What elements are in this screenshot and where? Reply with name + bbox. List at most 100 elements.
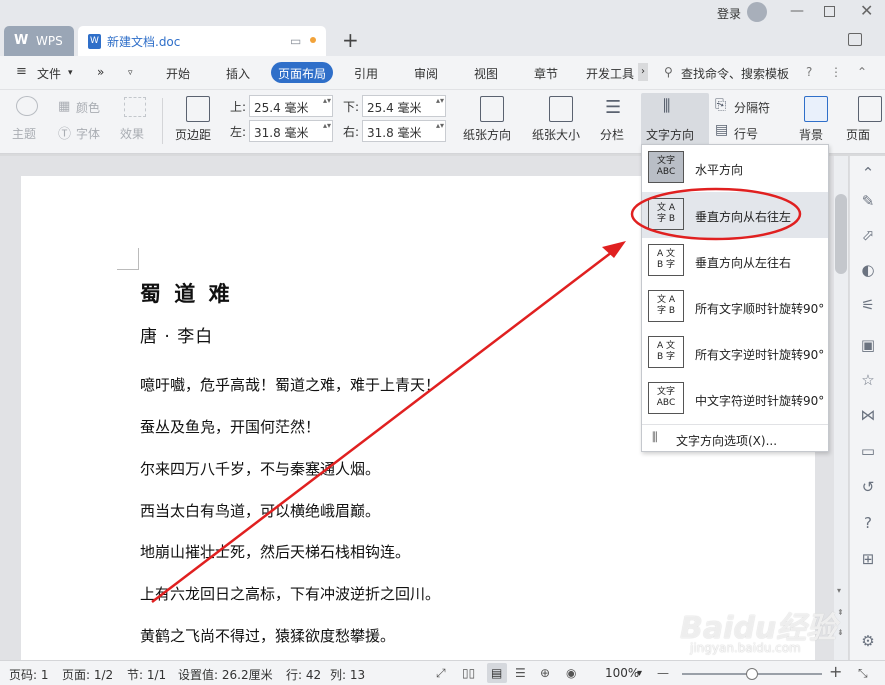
menu-scroll-right-icon[interactable]: › bbox=[638, 63, 648, 81]
dropdown-item-options[interactable]: ⫼ 文字方向选项(X)... bbox=[642, 426, 828, 452]
poem-line[interactable]: 尔来四万八千岁，不与秦塞通人烟。 bbox=[140, 458, 380, 479]
adjust-icon[interactable]: ⚟ bbox=[859, 296, 877, 314]
shapes-icon[interactable]: ◐ bbox=[859, 261, 877, 279]
margins-button[interactable]: 页边距 bbox=[175, 126, 211, 143]
zoom-out-icon[interactable]: — bbox=[657, 666, 669, 680]
left-margin-input[interactable]: 31.8 毫米 bbox=[249, 120, 333, 142]
poem-line[interactable]: 上有六龙回日之高标，下有冲波逆折之回川。 bbox=[140, 583, 440, 604]
section-status[interactable]: 节: 1/1 bbox=[127, 666, 166, 683]
prev-page-icon[interactable]: ⇞ bbox=[837, 608, 844, 617]
dropdown-item-vertical-ltr[interactable]: A 文B 字 垂直方向从左往右 bbox=[642, 238, 828, 284]
maximize-icon[interactable] bbox=[824, 6, 835, 17]
help-icon[interactable]: ? bbox=[806, 65, 812, 79]
panel-toggle-icon[interactable] bbox=[848, 33, 862, 46]
tab-section[interactable]: 章节 bbox=[534, 65, 558, 82]
setting-value-status[interactable]: 设置值: 26.2厘米 bbox=[178, 666, 273, 683]
effect-button[interactable]: 效果 bbox=[120, 125, 144, 142]
new-tab-button[interactable]: + bbox=[342, 28, 359, 52]
zoom-slider[interactable] bbox=[682, 668, 822, 680]
tab-review[interactable]: 审阅 bbox=[414, 65, 438, 82]
theme-icon[interactable] bbox=[16, 96, 38, 116]
eye-protection-icon[interactable]: ◉ bbox=[566, 666, 576, 680]
settings-icon[interactable]: ⚙ bbox=[859, 632, 877, 650]
zoom-dropdown-icon[interactable]: ▾ bbox=[637, 668, 642, 679]
color-button[interactable]: 颜色 bbox=[76, 99, 100, 116]
bottom-margin-input[interactable]: 25.4 毫米 bbox=[362, 95, 446, 117]
separator-button[interactable]: 分隔符 bbox=[734, 99, 770, 116]
next-page-icon[interactable]: ⇟ bbox=[837, 628, 844, 637]
tab-wps[interactable]: W WPS bbox=[4, 26, 74, 56]
pages-status[interactable]: 页面: 1/2 bbox=[62, 666, 113, 683]
share-icon[interactable]: ⋈ bbox=[859, 406, 877, 424]
web-view-icon[interactable]: ⊕ bbox=[540, 666, 550, 680]
poem-line[interactable]: 地崩山摧壮士死，然后天梯石栈相钩连。 bbox=[140, 541, 410, 562]
maximize-view-icon[interactable]: ⤡ bbox=[858, 666, 868, 681]
tab-page-layout[interactable]: 页面布局 bbox=[278, 65, 326, 82]
outline-view-icon[interactable]: ☰ bbox=[515, 666, 526, 680]
expand-pane-icon[interactable]: ⌃ bbox=[859, 164, 877, 182]
poem-line[interactable]: 黄鹤之飞尚不得过，猿猱欲度愁攀援。 bbox=[140, 625, 395, 646]
poem-line[interactable]: 蚕丛及鱼凫，开国何茫然！ bbox=[140, 416, 320, 437]
zoom-slider-handle[interactable] bbox=[746, 668, 758, 680]
dropdown-item-cjk-rotate-ccw[interactable]: 文字 ABC 中文字符逆时针旋转90° bbox=[642, 376, 828, 422]
reading-view-icon[interactable]: ▯▯ bbox=[462, 666, 475, 680]
apps-icon[interactable]: ⊞ bbox=[859, 550, 877, 568]
more-options-icon[interactable]: ⋮ bbox=[830, 65, 842, 79]
pen-icon[interactable]: ✎ bbox=[859, 192, 877, 210]
top-margin-input[interactable]: 25.4 毫米 bbox=[249, 95, 333, 117]
collapse-ribbon-icon[interactable]: ⌃ bbox=[857, 65, 867, 79]
minimize-icon[interactable]: — bbox=[790, 3, 804, 19]
document-title[interactable]: 蜀 道 难 bbox=[140, 278, 233, 308]
zoom-level[interactable]: 100% bbox=[605, 666, 639, 680]
picture-icon[interactable]: ▣ bbox=[859, 336, 877, 354]
help-circle-icon[interactable]: ? bbox=[859, 514, 877, 532]
screen-icon[interactable]: ▭ bbox=[290, 34, 301, 48]
dropdown-item-horizontal[interactable]: 文字 ABC 水平方向 bbox=[642, 145, 828, 191]
hamburger-icon[interactable]: ≡ bbox=[16, 64, 27, 79]
dropdown-item-vertical-rtl[interactable]: 文 A字 B 垂直方向从右往左 bbox=[642, 192, 828, 238]
tab-references[interactable]: 引用 bbox=[354, 65, 378, 82]
document-author[interactable]: 唐 · 李白 bbox=[140, 322, 213, 347]
avatar-icon[interactable] bbox=[747, 2, 767, 22]
background-button[interactable]: 背景 bbox=[799, 126, 823, 143]
scroll-down-icon[interactable]: ▾ bbox=[837, 586, 841, 595]
star-icon[interactable]: ☆ bbox=[859, 371, 877, 389]
column-status[interactable]: 列: 13 bbox=[330, 666, 365, 683]
columns-button[interactable]: 分栏 bbox=[600, 126, 624, 143]
paper-size-button[interactable]: 纸张大小 bbox=[532, 126, 580, 143]
archive-icon[interactable]: ▭ bbox=[859, 442, 877, 460]
close-icon[interactable]: ✕ bbox=[860, 1, 873, 20]
poem-line[interactable]: 噫吁嚱，危乎高哉！蜀道之难，难于上青天！ bbox=[140, 374, 440, 395]
tab-view[interactable]: 视图 bbox=[474, 65, 498, 82]
row-status[interactable]: 行: 42 bbox=[286, 666, 321, 683]
scrollbar-thumb[interactable] bbox=[835, 194, 847, 274]
tab-insert[interactable]: 插入 bbox=[226, 65, 250, 82]
login-link[interactable]: 登录 bbox=[717, 5, 741, 22]
file-menu-chevron-icon[interactable]: ▾ bbox=[68, 68, 73, 78]
file-menu[interactable]: 文件 bbox=[37, 65, 61, 82]
history-icon[interactable]: ↺ bbox=[859, 478, 877, 496]
more-icon[interactable]: » bbox=[97, 65, 104, 79]
command-search[interactable]: 查找命令、搜索模板 bbox=[681, 65, 789, 82]
line-numbers-button[interactable]: 行号 bbox=[734, 125, 758, 142]
dropdown-item-rotate-ccw[interactable]: A 文B 字 所有文字逆时针旋转90° bbox=[642, 330, 828, 376]
text-direction-button[interactable]: 文字方向 bbox=[646, 126, 694, 143]
zoom-in-icon[interactable]: + bbox=[829, 662, 842, 681]
orientation-button[interactable]: 纸张方向 bbox=[463, 126, 511, 143]
tab-start[interactable]: 开始 bbox=[166, 65, 190, 82]
font-button[interactable]: 字体 bbox=[76, 125, 100, 142]
vertical-scrollbar[interactable]: ▾ ⇞ ⇟ bbox=[834, 156, 848, 660]
page-number-status[interactable]: 页码: 1 bbox=[9, 666, 49, 683]
page-border-button[interactable]: 页面 bbox=[846, 126, 870, 143]
quick-access-chevron-icon[interactable]: ▿ bbox=[128, 68, 133, 78]
dropdown-item-rotate-cw[interactable]: 文 A字 B 所有文字顺时针旋转90° bbox=[642, 284, 828, 330]
poem-line[interactable]: 西当太白有鸟道，可以横绝峨眉巅。 bbox=[140, 500, 380, 521]
theme-button[interactable]: 主题 bbox=[12, 125, 36, 142]
select-icon[interactable]: ⬀ bbox=[859, 226, 877, 244]
tab-document[interactable]: W 新建文档.doc ▭ bbox=[78, 26, 326, 56]
fullscreen-icon[interactable]: ⤢ bbox=[436, 666, 446, 681]
search-icon: ⚲ bbox=[664, 65, 673, 79]
page-view-icon[interactable]: ▤ bbox=[491, 666, 502, 680]
tab-developer[interactable]: 开发工具 bbox=[586, 65, 634, 82]
right-margin-input[interactable]: 31.8 毫米 bbox=[362, 120, 446, 142]
